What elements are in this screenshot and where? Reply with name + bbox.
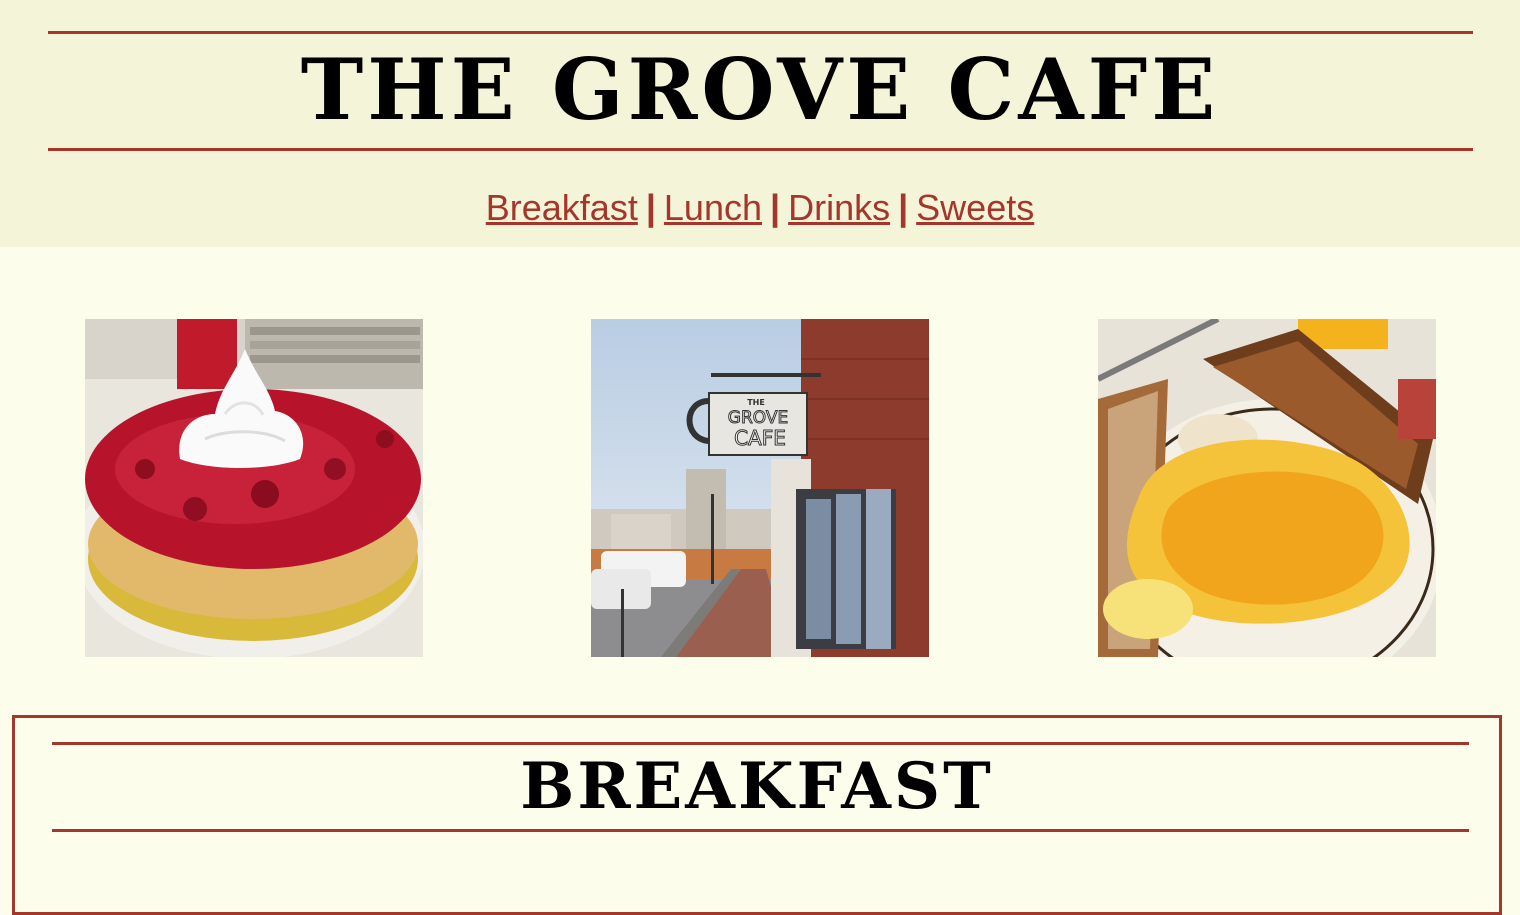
eggs-toast-photo <box>1098 319 1436 657</box>
site-title: THE GROVE CAFE <box>300 40 1220 139</box>
nav-separator: | <box>770 187 781 228</box>
store-sign-text-mid: GROVE <box>728 408 788 428</box>
photo-gallery: THE GROVE CAFE <box>0 319 1520 657</box>
store-sign-text-top: THE <box>747 398 765 407</box>
nav-link-sweets[interactable]: Sweets <box>916 187 1034 228</box>
pancake-photo <box>85 319 423 657</box>
breakfast-section: BREAKFAST <box>12 715 1502 915</box>
header-rule-bottom <box>48 148 1473 151</box>
nav-separator: | <box>898 187 909 228</box>
section-title: BREAKFAST <box>520 749 994 824</box>
section-rule-top <box>52 742 1469 745</box>
nav-link-breakfast[interactable]: Breakfast <box>486 187 638 228</box>
storefront-photo: THE GROVE CAFE <box>591 319 929 657</box>
main-nav: Breakfast | Lunch | Drinks | Sweets <box>0 186 1520 230</box>
nav-link-lunch[interactable]: Lunch <box>664 187 762 228</box>
nav-separator: | <box>645 187 656 228</box>
site-header: THE GROVE CAFE Breakfast | Lunch | Drinks | Sw… <box>0 0 1520 247</box>
header-rule-top <box>48 31 1473 34</box>
section-rule-bottom <box>52 829 1469 832</box>
nav-link-drinks[interactable]: Drinks <box>788 187 890 228</box>
store-sign-text-bottom: CAFE <box>734 426 786 450</box>
